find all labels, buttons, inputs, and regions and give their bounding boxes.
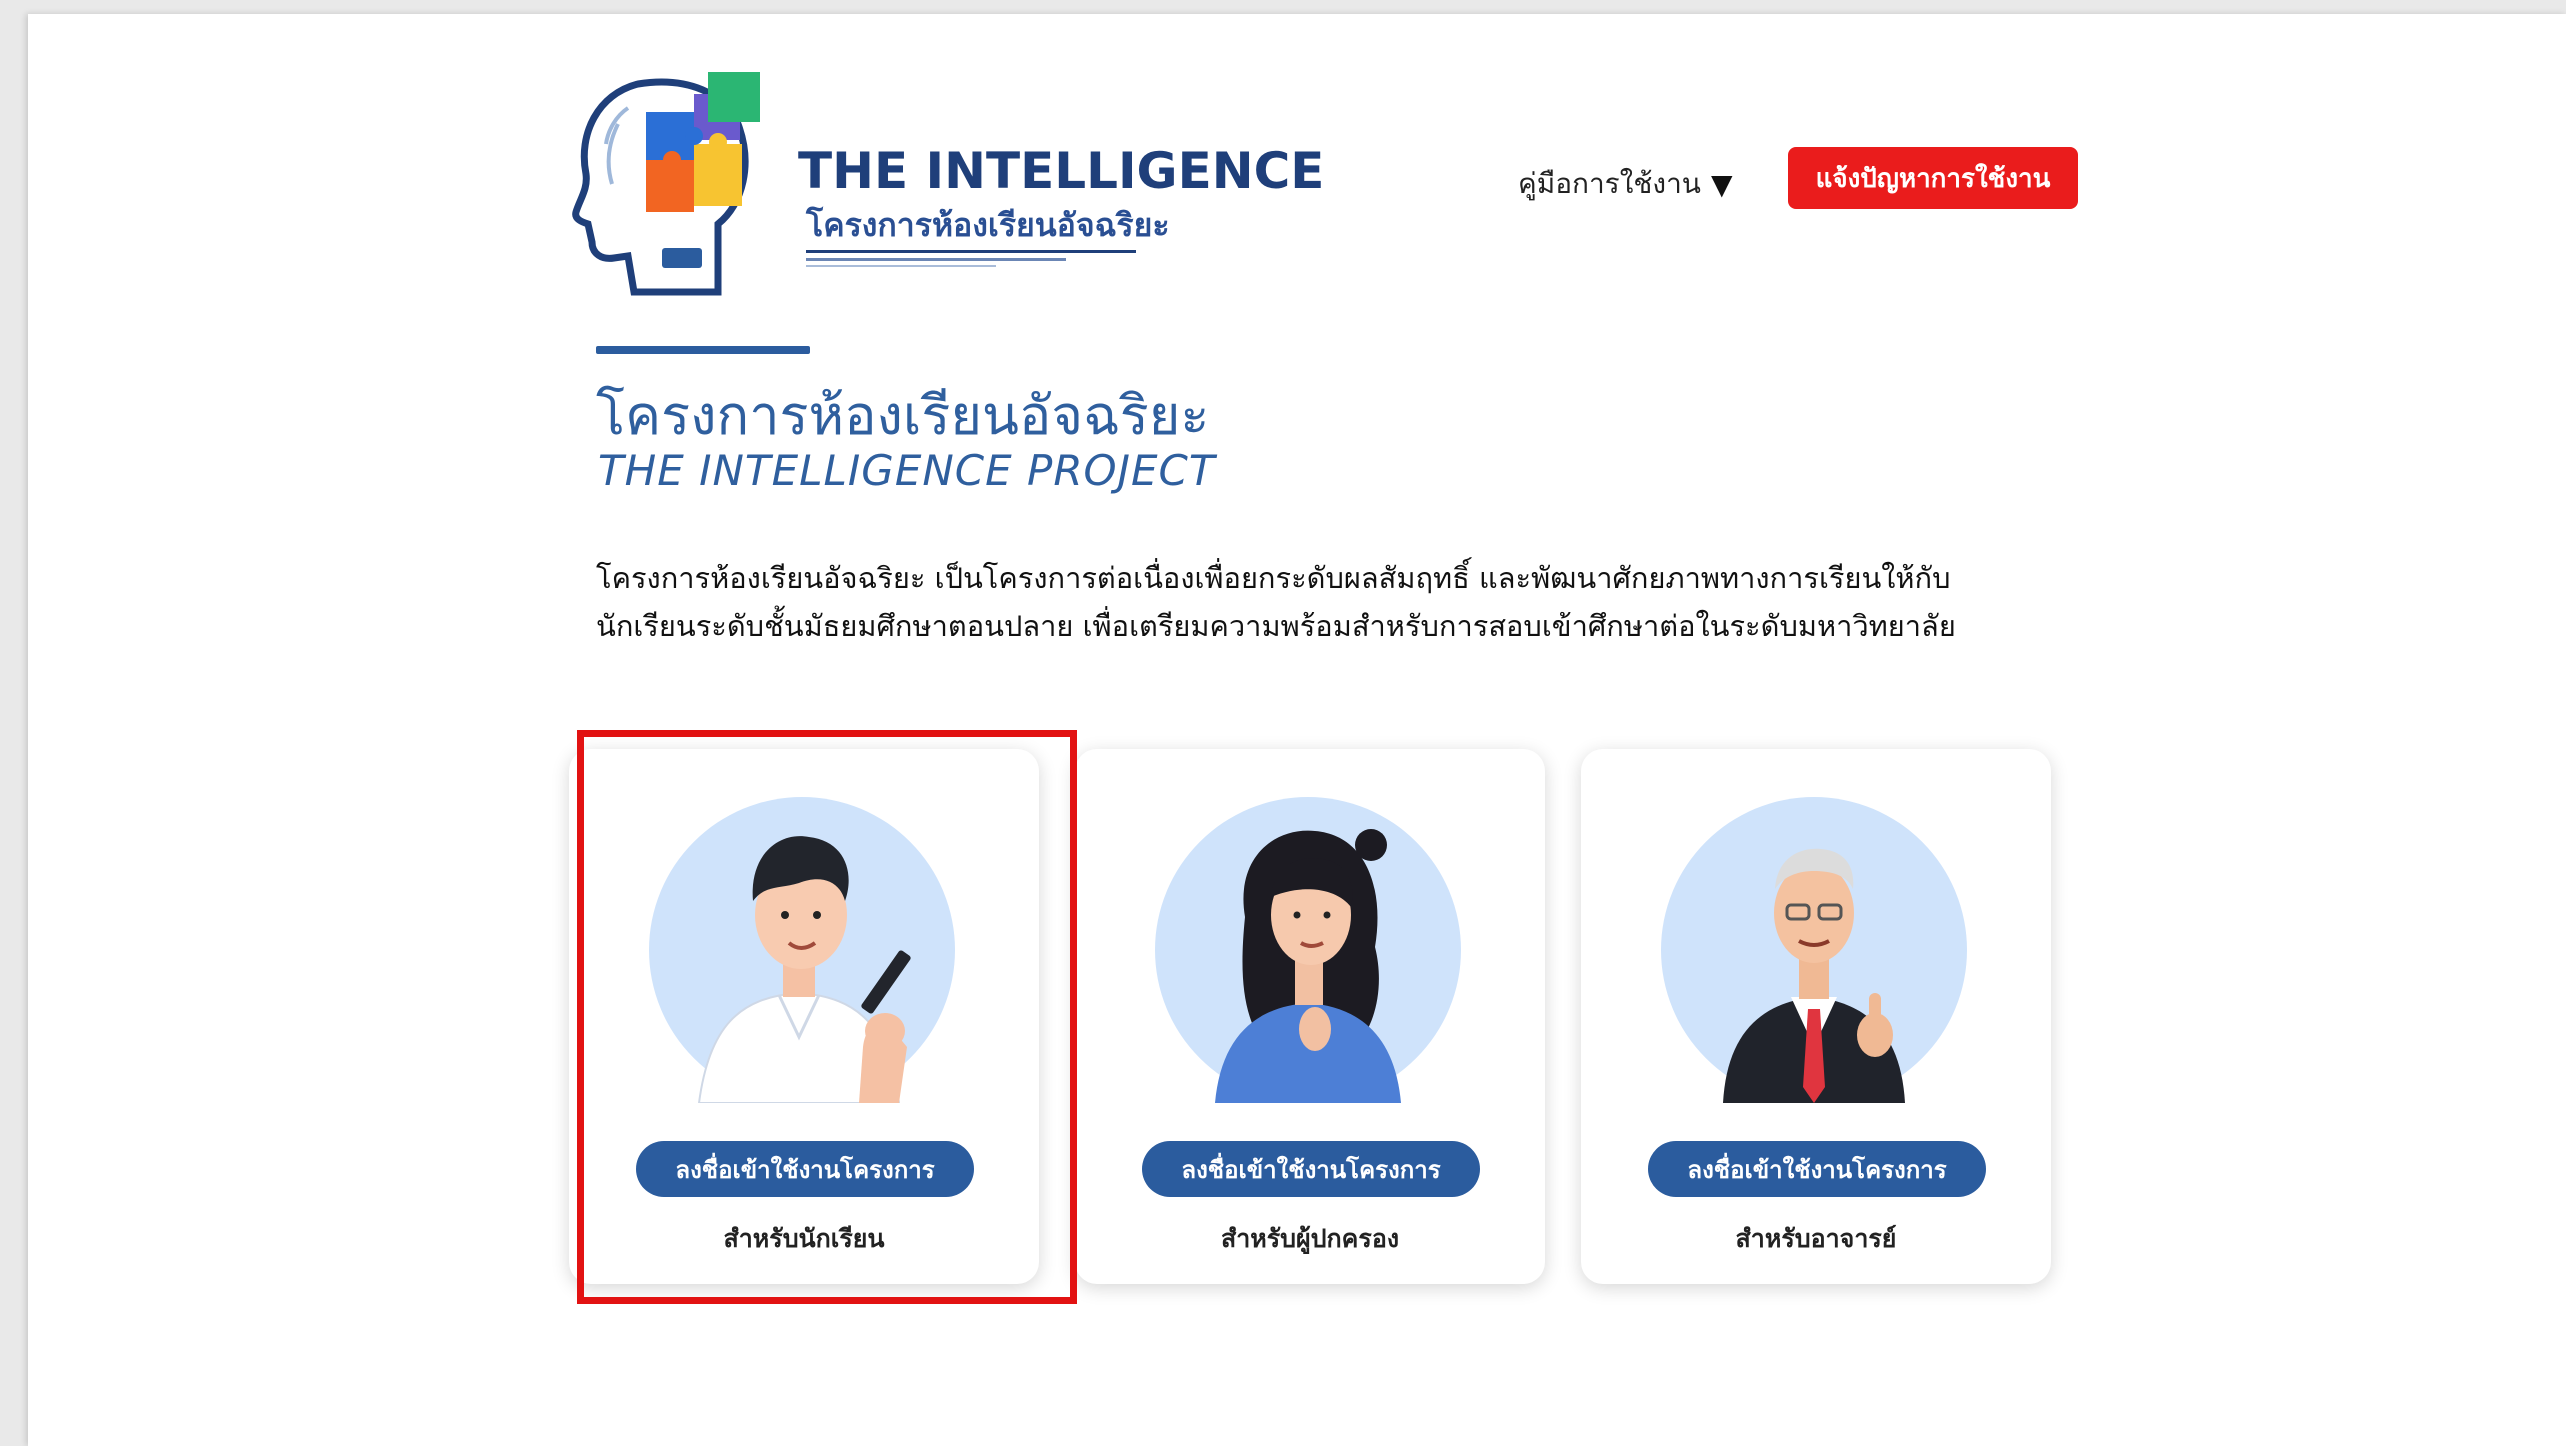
project-description: โครงการห้องเรียนอัจฉริยะ เป็นโครงการต่อเ… <box>596 554 2056 650</box>
manual-dropdown[interactable]: คู่มือการใช้งาน ▼ <box>1518 162 1732 206</box>
heading-accent-bar <box>596 346 810 354</box>
parent-login-card[interactable]: ลงชื่อเข้าใช้งานโครงการ สำหรับผู้ปกครอง <box>1075 749 1545 1284</box>
teacher-role-label: สำหรับอาจารย์ <box>1735 1224 1897 1253</box>
site-logo[interactable]: THE INTELLIGENCE โครงการห้องเรียนอัจฉริย… <box>568 64 1328 304</box>
parent-role-label: สำหรับผู้ปกครอง <box>1220 1224 1400 1253</box>
page: THE INTELLIGENCE โครงการห้องเรียนอัจฉริย… <box>28 14 2566 1446</box>
page-title-english: THE INTELLIGENCE PROJECT <box>598 446 1216 495</box>
caret-down-icon: ▼ <box>1710 167 1733 201</box>
parent-login-button[interactable]: ลงชื่อเข้าใช้งานโครงการ <box>1142 1141 1480 1197</box>
logo-title: THE INTELLIGENCE <box>798 142 1325 200</box>
logo-subtitle: โครงการห้องเรียนอัจฉริยะ <box>806 206 1170 244</box>
teacher-avatar <box>1661 797 1967 1103</box>
teacher-login-card[interactable]: ลงชื่อเข้าใช้งานโครงการ สำหรับอาจารย์ <box>1581 749 2051 1284</box>
selection-highlight-box <box>577 730 1077 1304</box>
report-problem-button[interactable]: แจ้งปัญหาการใช้งาน <box>1788 147 2078 209</box>
teacher-login-button[interactable]: ลงชื่อเข้าใช้งานโครงการ <box>1648 1141 1986 1197</box>
parent-avatar <box>1155 797 1461 1103</box>
puzzle-head-logo-icon <box>572 72 760 296</box>
logo-underline-decoration <box>806 250 1136 267</box>
description-line-1: โครงการห้องเรียนอัจฉริยะ เป็นโครงการต่อเ… <box>596 561 1951 595</box>
manual-dropdown-label: คู่มือการใช้งาน <box>1518 167 1701 200</box>
description-line-2: นักเรียนระดับชั้นมัธยมศึกษาตอนปลาย เพื่อ… <box>596 609 1956 643</box>
